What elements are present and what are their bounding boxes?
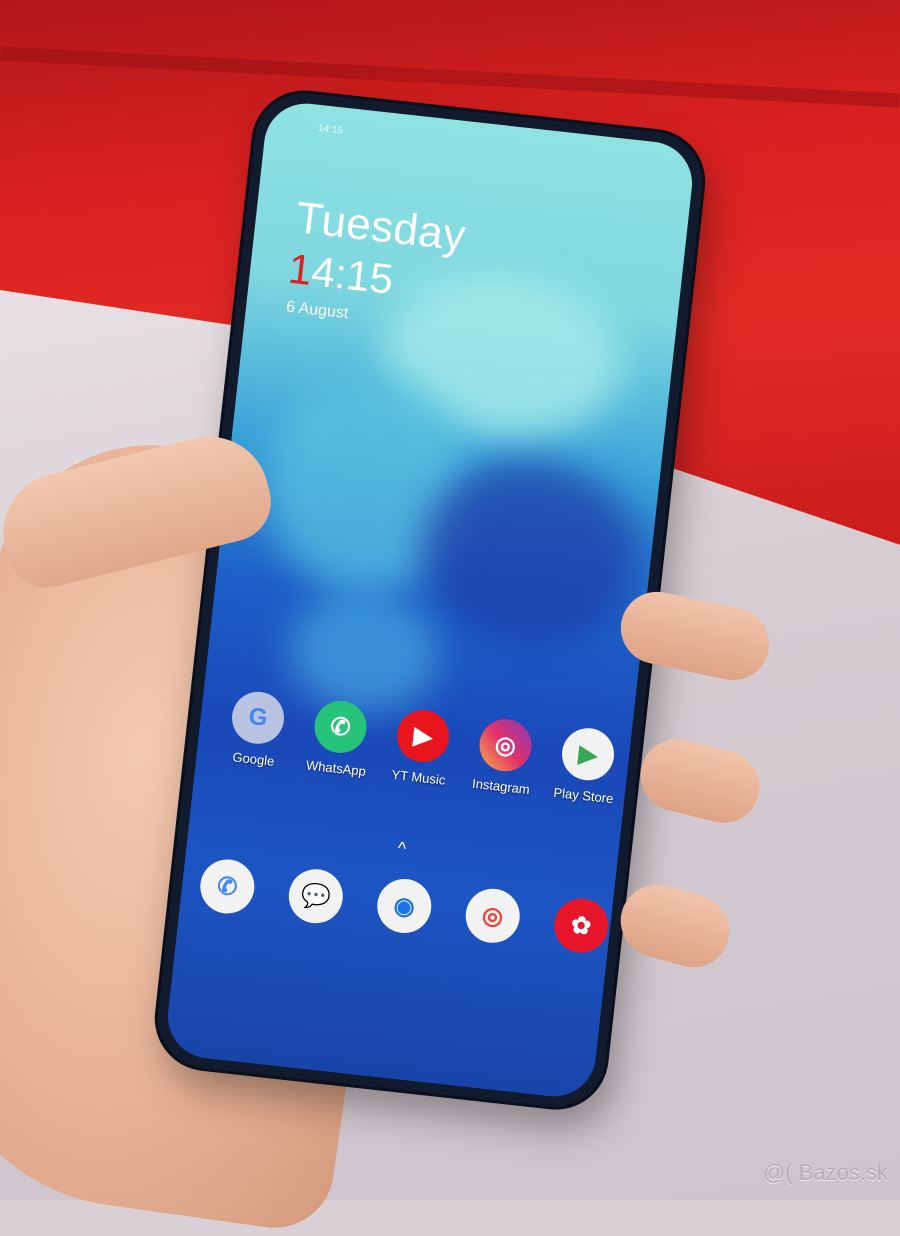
widget-clock[interactable]: 14:15 [286, 245, 396, 304]
play-store-icon: ▶ [559, 725, 617, 783]
chrome-icon[interactable]: ◉ [374, 876, 435, 936]
app-google[interactable]: G Google [214, 688, 300, 771]
home-app-row: G Google ✆ WhatsApp ▶ YT Music ◎ Instagr… [214, 688, 630, 808]
instagram-icon: ◎ [476, 716, 535, 774]
gallery-icon[interactable]: ✿ [551, 895, 611, 956]
messages-icon[interactable]: 💬 [286, 866, 346, 927]
google-folder-icon: G [229, 689, 287, 747]
status-bar-time: 14:15 [317, 122, 344, 137]
watermark: @( Bazos.sk [762, 1160, 888, 1185]
app-instagram[interactable]: ◎ Instagram [461, 715, 547, 798]
clock-rest: 4:15 [309, 247, 396, 303]
youtube-music-icon: ▶ [394, 707, 452, 765]
app-label: Play Store [552, 784, 615, 807]
whatsapp-icon: ✆ [311, 698, 370, 756]
phone-icon[interactable]: ✆ [197, 856, 258, 917]
cushion-seam [0, 46, 900, 108]
app-label: Instagram [471, 775, 531, 798]
photos-icon[interactable]: ◎ [462, 885, 523, 946]
widget-date: 6 August [285, 298, 350, 323]
app-label: YT Music [390, 766, 447, 788]
home-screen: 14:15 Tuesday 14:15 6 August G Google ✆ … [163, 99, 697, 1101]
app-drawer-chevron-icon[interactable]: ^ [396, 838, 407, 860]
app-yt-music[interactable]: ▶ YT Music [379, 706, 465, 789]
app-play-store[interactable]: ▶ Play Store [544, 724, 630, 807]
app-whatsapp[interactable]: ✆ WhatsApp [296, 697, 382, 780]
dock: ✆ 💬 ◉ ◎ ✿ [197, 856, 611, 956]
app-label: WhatsApp [305, 757, 367, 779]
app-label: Google [231, 749, 276, 769]
